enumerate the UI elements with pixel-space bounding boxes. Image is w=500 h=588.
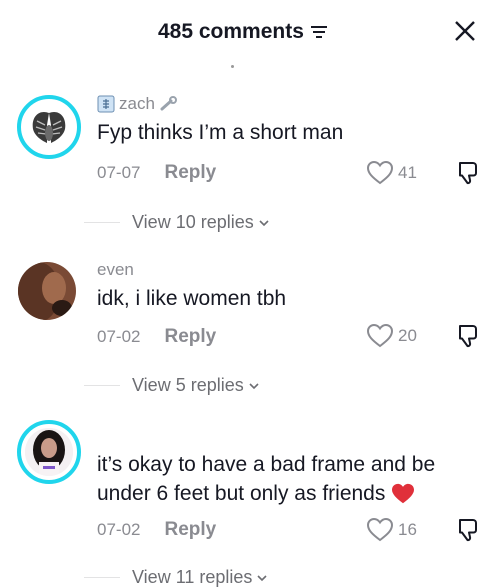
avatar[interactable] — [17, 420, 81, 484]
loading-dot — [231, 65, 234, 68]
comments-count-title: 485 comments — [158, 20, 304, 43]
xray-emoji-icon — [97, 95, 115, 113]
comment-text: Fyp thinks I’m a short man — [97, 121, 344, 144]
like-count: 16 — [398, 520, 417, 539]
view-replies-divider — [84, 577, 120, 578]
comment-meta: 07-02 Reply — [97, 326, 216, 348]
view-replies-button[interactable]: View 10 replies — [84, 212, 270, 233]
heart-icon — [366, 517, 394, 542]
reply-button[interactable]: Reply — [164, 162, 216, 184]
heart-icon — [366, 160, 394, 185]
dislike-icon[interactable] — [454, 323, 480, 349]
comment-date: 07-02 — [97, 520, 141, 539]
chevron-down-icon — [259, 219, 269, 226]
comment-text-line: it’s okay to have a bad frame and be — [97, 453, 436, 476]
comment-meta: 07-02 Reply — [97, 519, 216, 541]
dislike-icon[interactable] — [454, 160, 480, 186]
comment-text: idk, i like women tbh — [97, 287, 287, 310]
comments-header: 485 comments — [0, 0, 500, 68]
view-replies-divider — [84, 385, 120, 386]
red-heart-emoji-icon — [392, 483, 415, 503]
like-button[interactable]: 16 — [366, 517, 417, 543]
comment-date: 07-02 — [97, 327, 141, 346]
comments-title-group[interactable]: 485 comments — [158, 20, 328, 44]
comment-username-text: even — [97, 260, 134, 279]
view-replies-button[interactable]: View 11 replies — [84, 567, 268, 588]
sort-icon[interactable] — [310, 24, 328, 40]
avatar-wings-image — [25, 103, 73, 151]
like-button[interactable]: 41 — [366, 160, 417, 186]
comment-text-line: under 6 feet but only as friends — [97, 482, 386, 505]
comment-date: 07-07 — [97, 163, 141, 182]
view-replies-label: View 5 replies — [132, 375, 244, 395]
like-button[interactable]: 20 — [366, 323, 417, 349]
avatar[interactable] — [18, 262, 76, 320]
view-replies-button[interactable]: View 5 replies — [84, 375, 260, 396]
comment-username[interactable]: even — [97, 260, 490, 280]
view-replies-label: View 10 replies — [132, 212, 254, 232]
chevron-down-icon — [249, 382, 259, 389]
like-count: 41 — [398, 163, 417, 182]
comment-username-text: zach — [119, 94, 155, 113]
like-count: 20 — [398, 326, 417, 345]
heart-icon — [366, 323, 394, 348]
dislike-icon[interactable] — [454, 517, 480, 543]
chevron-down-icon — [257, 574, 267, 581]
reply-button[interactable]: Reply — [164, 326, 216, 348]
view-replies-label: View 11 replies — [132, 567, 253, 587]
comment-username[interactable]: zach — [97, 94, 490, 114]
comment-text: it’s okay to have a bad frame and be und… — [97, 450, 490, 508]
comment-meta: 07-07 Reply — [97, 162, 216, 184]
wrench-emoji-icon — [160, 96, 177, 111]
avatar[interactable] — [17, 95, 81, 159]
avatar-photo — [18, 262, 76, 320]
avatar-photo — [25, 428, 73, 476]
view-replies-divider — [84, 222, 120, 223]
reply-button[interactable]: Reply — [164, 519, 216, 541]
close-icon[interactable] — [454, 20, 476, 42]
